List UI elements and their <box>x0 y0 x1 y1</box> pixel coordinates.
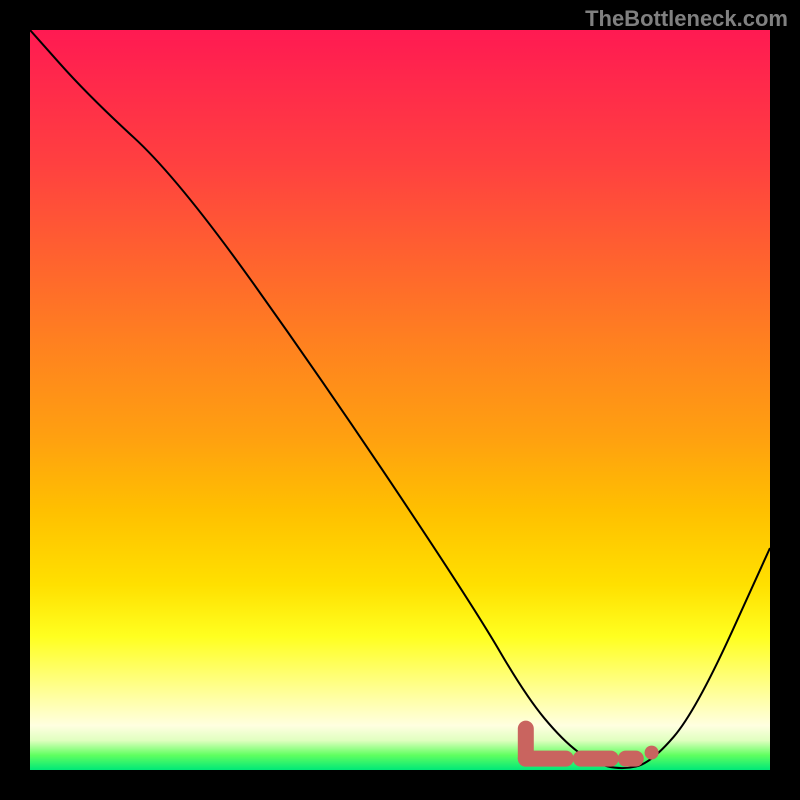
attribution-text: TheBottleneck.com <box>585 6 788 32</box>
optimal-range-marker <box>526 729 659 760</box>
bottleneck-curve-svg <box>30 30 770 770</box>
chart-plot-area <box>30 30 770 770</box>
bottleneck-curve-line <box>30 30 770 768</box>
